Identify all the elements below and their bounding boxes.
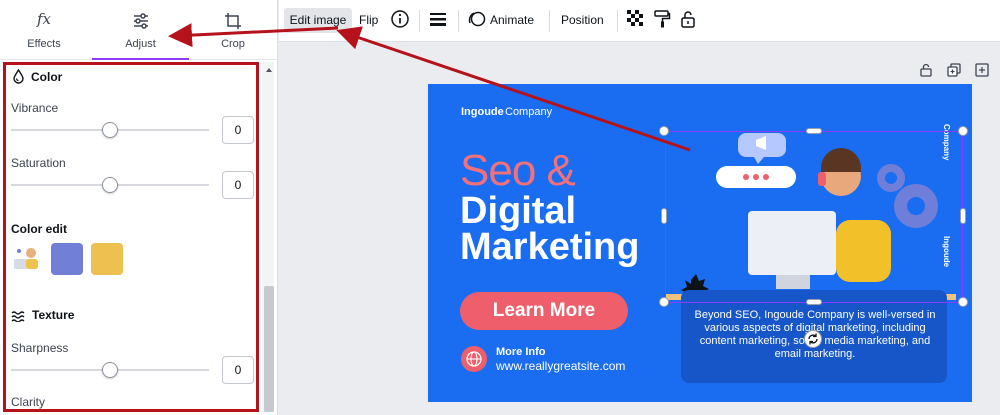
toolbar-divider [419, 10, 420, 32]
color-section-title: Color [31, 70, 63, 84]
edit-image-button[interactable]: Edit image [284, 8, 352, 33]
texture-icon [11, 309, 27, 327]
transparency-icon[interactable] [626, 9, 648, 31]
sharpness-label: Sharpness [11, 341, 69, 355]
droplet-icon [11, 68, 26, 89]
duplicate-page-icon[interactable] [947, 63, 961, 82]
brand-suffix: Company [505, 106, 553, 118]
headline-marketing: Marketing [460, 226, 640, 268]
tab-effects[interactable]: fx Effects [4, 0, 84, 60]
vibrance-slider-thumb[interactable] [102, 122, 118, 138]
resize-handle-right[interactable] [960, 208, 966, 224]
marketer-illustration [666, 133, 956, 304]
border-style-icon[interactable] [428, 9, 450, 31]
info-icon[interactable] [390, 9, 412, 31]
resize-handle-top[interactable] [806, 128, 822, 134]
side-text-company: Company [942, 124, 951, 161]
tab-crop[interactable]: Crop [192, 0, 274, 60]
resize-handle-bottom-right[interactable] [958, 297, 968, 307]
animate-button[interactable]: Animate [490, 8, 550, 33]
clarity-label: Clarity [11, 395, 46, 409]
website-url: www.reallygreatsite.com [496, 359, 626, 373]
image-thumbnail-swatch[interactable] [11, 243, 43, 275]
saturation-value-input[interactable]: 0 [222, 171, 254, 199]
tab-adjust-label: Adjust [125, 38, 156, 50]
tab-crop-label: Crop [221, 38, 245, 50]
add-page-icon[interactable] [975, 63, 989, 82]
sharpness-slider-thumb[interactable] [102, 362, 118, 378]
edit-image-tabs: fx Effects Adjust Crop [0, 0, 278, 60]
tab-effects-label: Effects [27, 38, 61, 50]
more-info-label: More Info [496, 346, 546, 358]
saturation-label: Saturation [11, 156, 66, 170]
texture-section-title: Texture [32, 308, 75, 322]
page-lock-icon[interactable] [919, 62, 933, 83]
brand-name: Ingoude [461, 106, 504, 118]
sliders-icon [132, 12, 150, 35]
panel-scrollbar-thumb[interactable] [264, 286, 274, 412]
toolbar-divider [549, 10, 550, 32]
headline-seo: Seo & [460, 146, 576, 195]
adjust-panel: Color Vibrance 0 Saturation 0 Color edit… [3, 62, 259, 412]
page-tools [915, 62, 995, 80]
learn-more-button[interactable]: Learn More [460, 292, 628, 330]
resize-handle-top-left[interactable] [659, 126, 669, 136]
animate-icon[interactable] [467, 9, 489, 31]
resize-handle-bottom-left[interactable] [659, 297, 669, 307]
color-swatch-1[interactable] [51, 243, 83, 275]
toolbar-divider [458, 10, 459, 32]
editor-app: fx Effects Adjust Crop Color Vibrance 0 … [0, 0, 1000, 415]
vibrance-value-input[interactable]: 0 [222, 116, 254, 144]
toolbar-divider [617, 10, 618, 32]
fx-icon: fx [36, 10, 52, 28]
resize-handle-top-right[interactable] [958, 126, 968, 136]
sharpness-value-input[interactable]: 0 [222, 356, 254, 384]
resize-handle-left[interactable] [661, 208, 667, 224]
side-text-ingoude: Ingoude [942, 236, 951, 268]
flip-button[interactable]: Flip [359, 8, 385, 33]
crop-icon [224, 12, 242, 35]
saturation-slider-thumb[interactable] [102, 177, 118, 193]
vibrance-label: Vibrance [11, 101, 59, 115]
lock-icon[interactable] [679, 9, 701, 31]
edit-image-side-panel: fx Effects Adjust Crop Color Vibrance 0 … [0, 0, 278, 415]
color-edit-title: Color edit [11, 222, 67, 236]
color-swatch-2[interactable] [91, 243, 123, 275]
rotate-handle[interactable] [804, 330, 822, 348]
globe-icon [461, 346, 487, 372]
design-page[interactable]: Ingoude Company Seo & Digital Marketing … [428, 84, 972, 402]
tab-adjust[interactable]: Adjust [92, 0, 189, 60]
position-button[interactable]: Position [561, 8, 611, 33]
resize-handle-bottom[interactable] [806, 299, 822, 305]
scroll-up-arrow-icon[interactable] [264, 62, 274, 72]
paint-roller-icon[interactable] [653, 9, 675, 31]
top-toolbar: Edit image Flip Animate Position [279, 0, 1000, 42]
